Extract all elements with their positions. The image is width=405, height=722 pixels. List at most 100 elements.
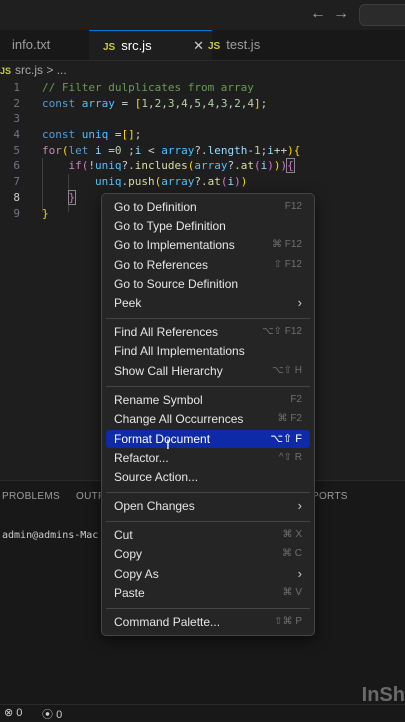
tab-info-txt[interactable]: info.txt (0, 30, 100, 60)
chevron-right-icon: › (297, 498, 302, 513)
forward-arrow-icon[interactable]: → (331, 4, 351, 24)
menu-item-shortcut: ⌘ X (282, 529, 302, 540)
menu-item-cut[interactable]: Cut ⌘ X (106, 526, 310, 544)
menu-separator (106, 521, 310, 522)
code-text: if(!uniq?.includes(array?.at(i))){ (68, 158, 295, 174)
breadcrumb-separator: > (46, 63, 54, 77)
menu-separator (106, 608, 310, 609)
menu-item-go-to-definition[interactable]: Go to Definition F12 (106, 198, 310, 216)
tab-label: info.txt (12, 37, 51, 52)
menu-item-refactor[interactable]: Refactor... ^⇧ R (106, 449, 310, 467)
menu-item-copy[interactable]: Copy ⌘ C (106, 545, 310, 563)
line-number: 2 (13, 96, 20, 110)
code-text: } (42, 206, 49, 220)
tab-test-js[interactable]: JS test.js (198, 30, 308, 60)
menu-item-command-palette[interactable]: Command Palette... ⇧⌘ P (106, 613, 310, 631)
menu-item-shortcut: ⌥⇧ F (270, 433, 302, 445)
line-number: 3 (13, 112, 20, 126)
menu-item-peek[interactable]: Peek › (106, 294, 310, 312)
menu-separator (106, 492, 310, 493)
menu-item-label: Change All Occurrences (114, 412, 244, 426)
menu-item-go-to-type-definition[interactable]: Go to Type Definition (106, 217, 310, 235)
menu-item-go-to-references[interactable]: Go to References ⇧ F12 (106, 256, 310, 274)
menu-separator (106, 386, 310, 387)
status-bar: ⊗ 0 ⦿ 0 (0, 704, 405, 721)
menu-item-change-all-occurrences[interactable]: Change All Occurrences ⌘ F2 (106, 410, 310, 428)
menu-item-source-action[interactable]: Source Action... (106, 468, 310, 486)
menu-item-shortcut: ⌥⇧ H (272, 365, 302, 376)
menu-item-label: Open Changes (114, 499, 195, 513)
javascript-file-icon: JS (208, 41, 221, 52)
line-number: 1 (13, 81, 20, 94)
menu-item-label: Show Call Hierarchy (114, 364, 223, 378)
code-line: 4 const uniq =[]; (0, 127, 405, 143)
tab-src-js[interactable]: JS src.js ✕ (89, 30, 212, 60)
menu-item-find-all-references[interactable]: Find All References ⌥⇧ F12 (106, 323, 310, 341)
breadcrumb-more[interactable]: ... (57, 63, 67, 77)
code-line: 1 // Filter dulplicates from array (0, 80, 405, 96)
menu-item-format-document[interactable]: Format Document ⌥⇧ F (106, 430, 310, 448)
line-number: 5 (13, 143, 20, 157)
back-arrow-icon[interactable]: ← (308, 4, 328, 24)
context-menu: Go to Definition F12 Go to Type Definitio… (101, 193, 315, 636)
terminal-prompt[interactable]: admin@admins-Mac (2, 530, 98, 541)
menu-item-shortcut: ⇧⌘ P (274, 616, 302, 627)
menu-item-shortcut: ⌘ V (282, 587, 302, 598)
menu-item-go-to-source-definition[interactable]: Go to Source Definition (106, 275, 310, 293)
menu-item-label: Refactor... (114, 451, 169, 465)
menu-item-show-call-hierarchy[interactable]: Show Call Hierarchy ⌥⇧ H (106, 362, 310, 380)
code-text: const array = [1,2,3,4,5,4,3,2,4]; (42, 96, 268, 110)
menu-item-shortcut: ⌥⇧ F12 (262, 326, 302, 337)
code-text: } (67, 189, 77, 205)
menu-item-label: Format Document (114, 432, 211, 446)
menu-item-copy-as[interactable]: Copy As › (106, 565, 310, 583)
breadcrumb: JS src.js > ... (0, 61, 67, 79)
tab-problems[interactable]: PROBLEMS (2, 491, 60, 502)
command-center-search[interactable] (359, 4, 405, 26)
menu-item-label: Copy As (114, 567, 159, 581)
menu-item-label: Go to Definition (114, 200, 197, 214)
menu-item-label: Find All References (114, 325, 219, 339)
menu-item-label: Copy (114, 547, 143, 561)
broadcast-icon: ⦿ (42, 709, 57, 721)
line-number: 9 (13, 206, 20, 220)
menu-item-shortcut: ⇧ F12 (273, 259, 302, 270)
menu-item-shortcut: ⌘ F12 (271, 239, 302, 250)
code-text: // Filter dulplicates from array (42, 81, 254, 94)
tab-label: test.js (226, 37, 261, 52)
ports-count: 0 (56, 709, 63, 721)
tab-label: src.js (121, 38, 152, 53)
menu-item-shortcut: ⌘ F2 (277, 413, 302, 424)
line-number: 6 (13, 159, 20, 173)
menu-item-open-changes[interactable]: Open Changes › (106, 497, 310, 515)
breadcrumb-file[interactable]: src.js (15, 63, 43, 77)
menu-item-shortcut: ⌘ C (282, 548, 302, 559)
menu-item-find-all-implementations[interactable]: Find All Implementations (106, 342, 310, 360)
chevron-right-icon: › (297, 566, 302, 581)
menu-item-label: Paste (114, 586, 145, 600)
chevron-right-icon: › (297, 295, 302, 310)
menu-item-paste[interactable]: Paste ⌘ V (106, 584, 310, 602)
menu-item-label: Go to Implementations (114, 238, 235, 252)
line-number: 7 (13, 175, 20, 189)
menu-item-go-to-implementations[interactable]: Go to Implementations ⌘ F12 (106, 236, 310, 254)
menu-item-label: Go to References (114, 258, 209, 272)
watermark-logo: InSh (361, 684, 405, 706)
menu-item-label: Go to Source Definition (114, 277, 239, 291)
javascript-file-icon: JS (0, 66, 12, 76)
code-line: 5 for(let i =0 ;i < array?.length-1;i++){ (0, 143, 405, 159)
code-text: uniq.push(array?.at(i)) (94, 175, 248, 189)
code-line: 7 uniq.push(array?.at(i)) (0, 174, 405, 190)
menu-item-label: Find All Implementations (114, 344, 245, 358)
code-line: 2 const array = [1,2,3,4,5,4,3,2,4]; (0, 96, 405, 112)
menu-item-rename-symbol[interactable]: Rename Symbol F2 (106, 391, 310, 409)
title-bar: ← → (0, 0, 405, 30)
errors-status[interactable]: ⊗ 0 (4, 706, 22, 719)
menu-item-label: Peek (114, 296, 142, 310)
tab-ports[interactable]: PORTS (312, 491, 348, 502)
line-number: 8 (13, 190, 20, 204)
code-line: 3 (0, 111, 405, 127)
line-number: 4 (13, 128, 20, 142)
text-cursor-icon: I (166, 436, 170, 452)
code-text: for(let i =0 ;i < array?.length-1;i++){ (42, 143, 301, 157)
